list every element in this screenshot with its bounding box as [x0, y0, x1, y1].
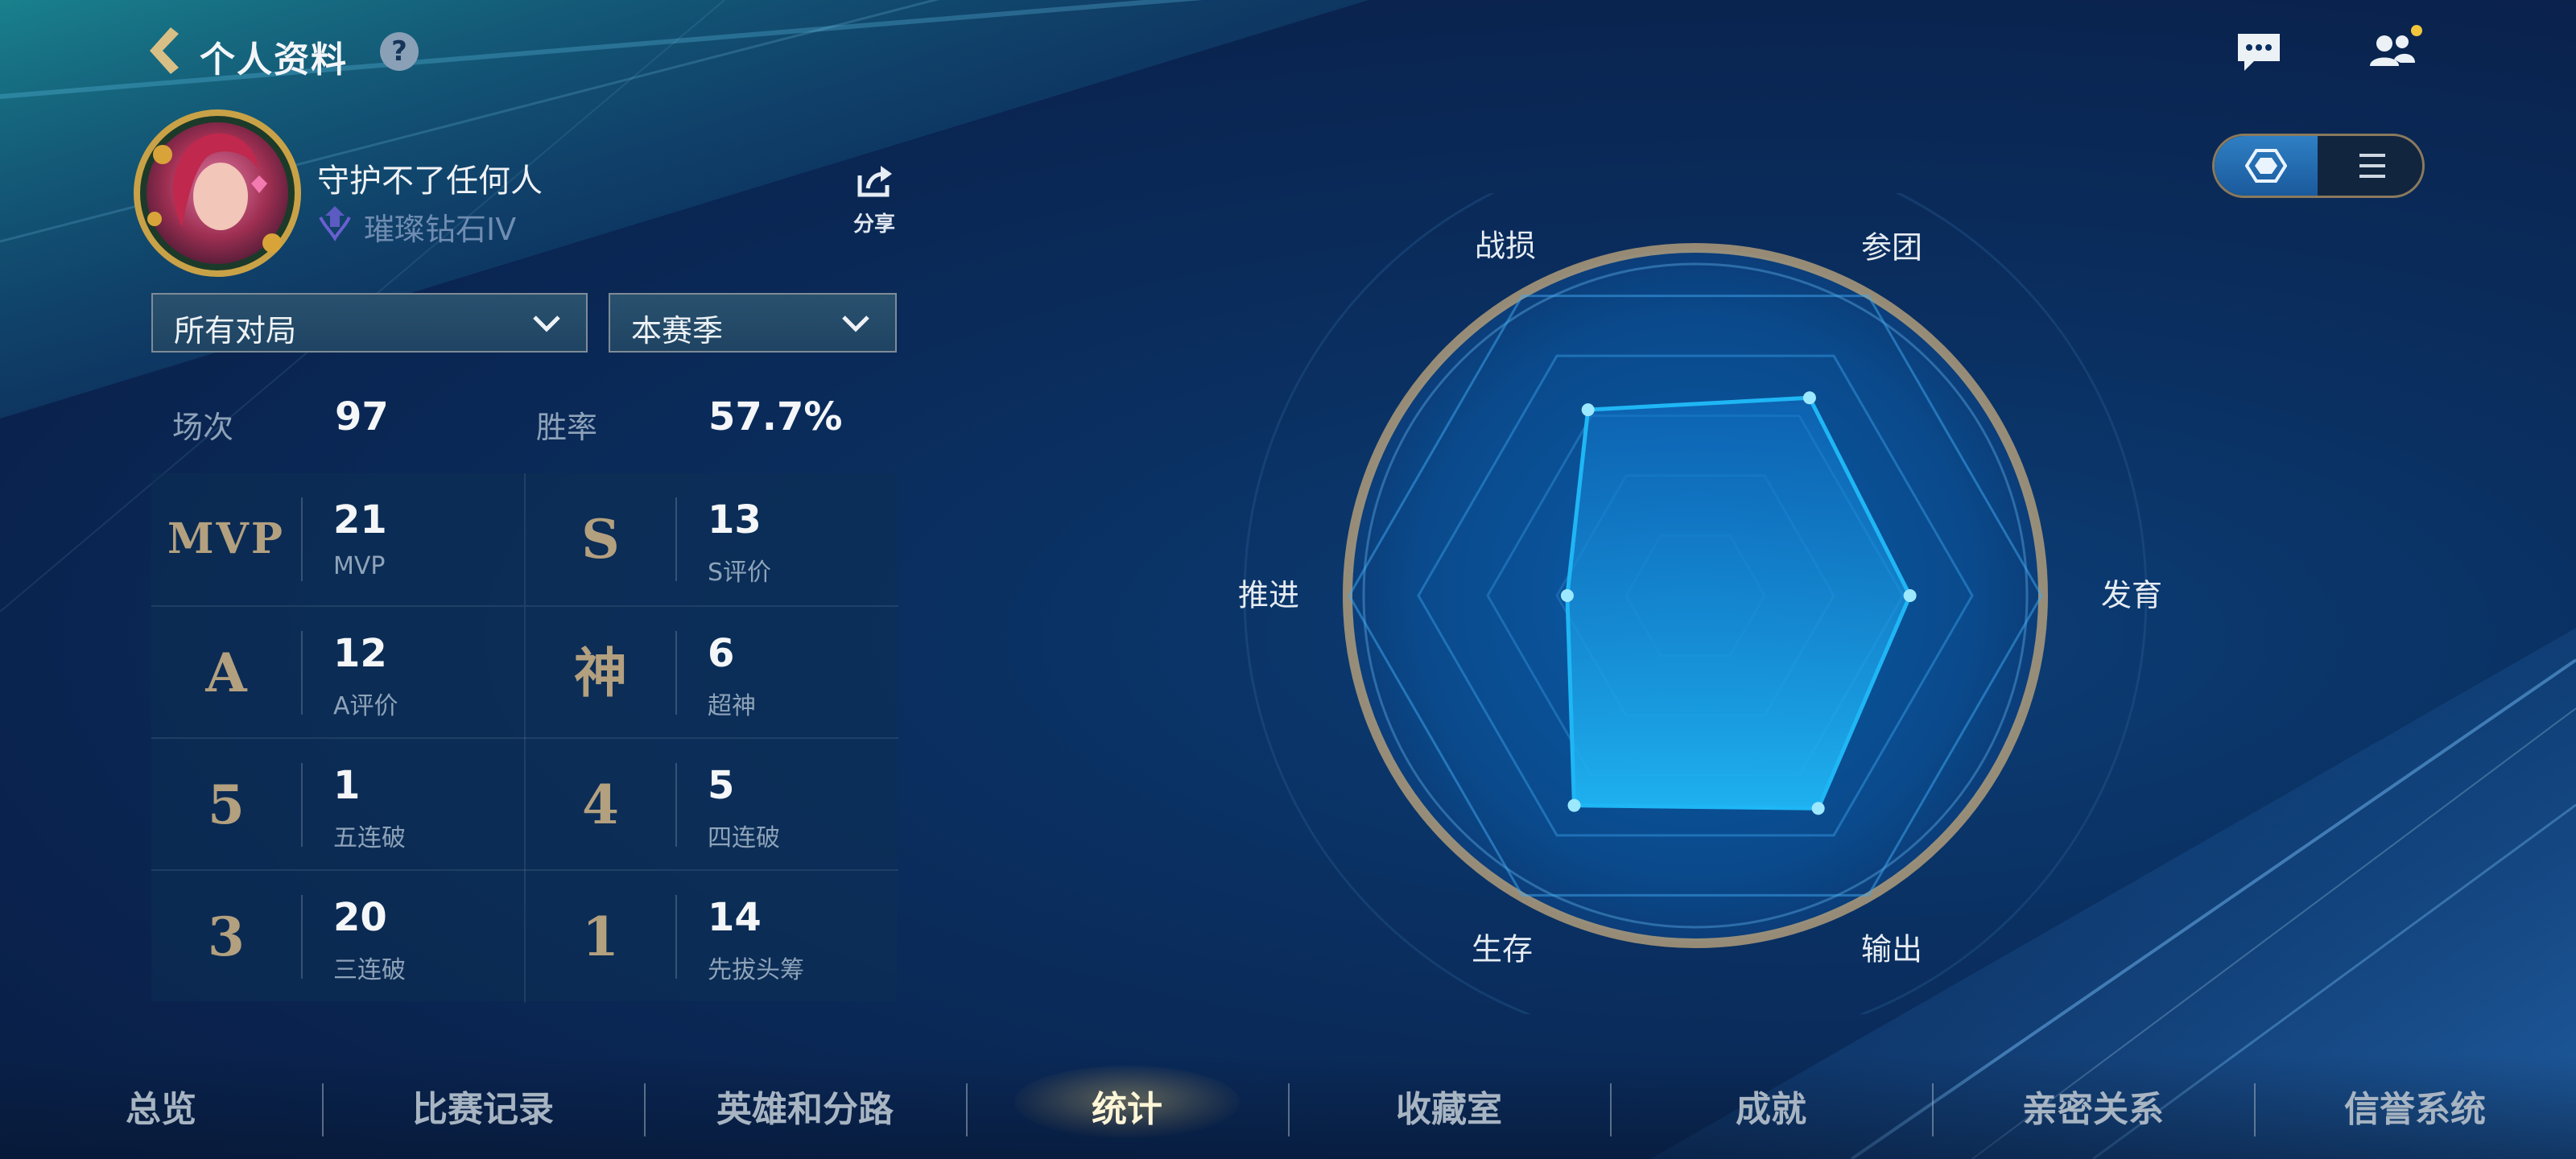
share-label: 分享 [852, 212, 895, 237]
bottom-navigation: 总览 比赛记录 英雄和分路 统计 收藏室 成就 亲密关系 信誉系统 [0, 1054, 2576, 1159]
stat-s-rating: S 13 S评价 [524, 473, 898, 605]
stat-value: 12 [333, 631, 387, 676]
share-button[interactable]: 分享 [847, 164, 902, 245]
stat-penta-kill: 5 1 五连破 [151, 737, 524, 871]
stat-triple-kill: 3 20 三连破 [151, 869, 524, 1003]
radar-axis-label: 推进 [1238, 578, 1299, 613]
radar-point-4 [1567, 798, 1581, 812]
stat-first-blood: 1 14 先拔头筹 [524, 869, 898, 1003]
tab-relationships[interactable]: 亲密关系 [1932, 1080, 2254, 1132]
tab-match-history[interactable]: 比赛记录 [322, 1080, 644, 1132]
stat-a-rating: A 12 A评价 [151, 605, 524, 739]
radar-point-1 [1802, 391, 1816, 405]
radar-axis-label: 生存 [1472, 932, 1533, 967]
chat-icon[interactable] [2235, 31, 2283, 74]
winrate-value: 57.7% [708, 394, 843, 439]
stat-caption: 四连破 [708, 824, 780, 852]
radar-axis-label: 战损 [1475, 229, 1536, 264]
back-arrow-icon[interactable] [147, 24, 182, 77]
stat-value: 20 [333, 895, 387, 940]
tab-credit-system[interactable]: 信誉系统 [2254, 1080, 2576, 1132]
matches-label: 场次 [172, 410, 234, 445]
player-name: 守护不了任何人 [317, 163, 543, 200]
season-value: 本赛季 [631, 313, 724, 349]
tab-statistics[interactable]: 统计 [966, 1080, 1288, 1132]
diamond-rank-icon [319, 206, 351, 241]
radar-point-3 [1811, 802, 1825, 815]
list-icon [2359, 154, 2385, 178]
share-icon [857, 166, 892, 197]
help-icon[interactable]: ? [380, 32, 419, 71]
a-badge-icon: A [205, 641, 247, 704]
legendary-badge-icon: 神 [574, 641, 627, 704]
stat-value: 6 [708, 631, 735, 676]
stat-value: 14 [708, 895, 762, 940]
stat-quadra-kill: 4 5 四连破 [524, 737, 898, 871]
tab-heroes-and-lanes[interactable]: 英雄和分路 [644, 1080, 966, 1132]
stat-caption: S评价 [708, 559, 772, 587]
stat-caption: 超神 [708, 692, 756, 720]
tab-overview[interactable]: 总览 [0, 1080, 322, 1132]
match-mode-dropdown[interactable]: 所有对局 [151, 293, 588, 353]
quadra-badge-icon: 4 [582, 773, 619, 836]
chevron-down-icon [533, 316, 560, 332]
page-title: 个人资料 [200, 39, 348, 80]
stat-legendary: 神 6 超神 [524, 605, 898, 739]
radar-view-button[interactable] [2215, 136, 2318, 196]
radar-point-2 [1903, 589, 1917, 602]
winrate-label: 胜率 [536, 410, 598, 445]
first-blood-badge-icon: 1 [582, 905, 619, 968]
ability-radar-chart: 战损 参团发育输出 生存 推进 [1238, 193, 2162, 1014]
stat-caption: 三连破 [333, 956, 406, 984]
match-mode-value: 所有对局 [174, 313, 297, 349]
list-view-button[interactable] [2321, 136, 2422, 196]
chevron-down-icon [842, 316, 869, 332]
penta-badge-icon: 5 [208, 773, 245, 836]
radar-point-0 [1581, 403, 1595, 417]
rank-label: 璀璨钻石IV [364, 212, 517, 247]
radar-icon [2245, 149, 2287, 183]
stat-value: 1 [333, 763, 361, 808]
friends-icon[interactable] [2365, 24, 2423, 71]
stat-caption: A评价 [333, 692, 398, 720]
tab-achievements[interactable]: 成就 [1610, 1080, 1932, 1132]
radar-point-5 [1560, 589, 1574, 602]
stat-caption: 五连破 [333, 824, 406, 852]
s-badge-icon: S [581, 508, 620, 571]
radar-axis-label: 输出 [1861, 932, 1922, 967]
radar-axis-label: 发育 [2101, 578, 2162, 613]
stat-mvp: MVP 21 MVP [151, 473, 524, 605]
season-dropdown[interactable]: 本赛季 [609, 293, 897, 353]
stat-value: 13 [708, 497, 762, 542]
stat-value: 5 [708, 763, 735, 808]
mvp-badge-icon: MVP [167, 514, 285, 563]
radar-axis-label: 参团 [1861, 230, 1922, 266]
stats-grid: MVP 21 MVP S 13 S评价 A 12 A评价 神 6 超神 5 1 … [151, 473, 898, 1003]
matches-value: 97 [335, 394, 389, 439]
stat-value: 21 [333, 497, 387, 542]
view-toggle[interactable] [2212, 134, 2425, 198]
stat-caption: 先拔头筹 [708, 956, 804, 984]
triple-badge-icon: 3 [208, 905, 245, 968]
tab-collection[interactable]: 收藏室 [1288, 1080, 1610, 1132]
stat-caption: MVP [333, 552, 386, 580]
avatar[interactable] [130, 106, 304, 280]
